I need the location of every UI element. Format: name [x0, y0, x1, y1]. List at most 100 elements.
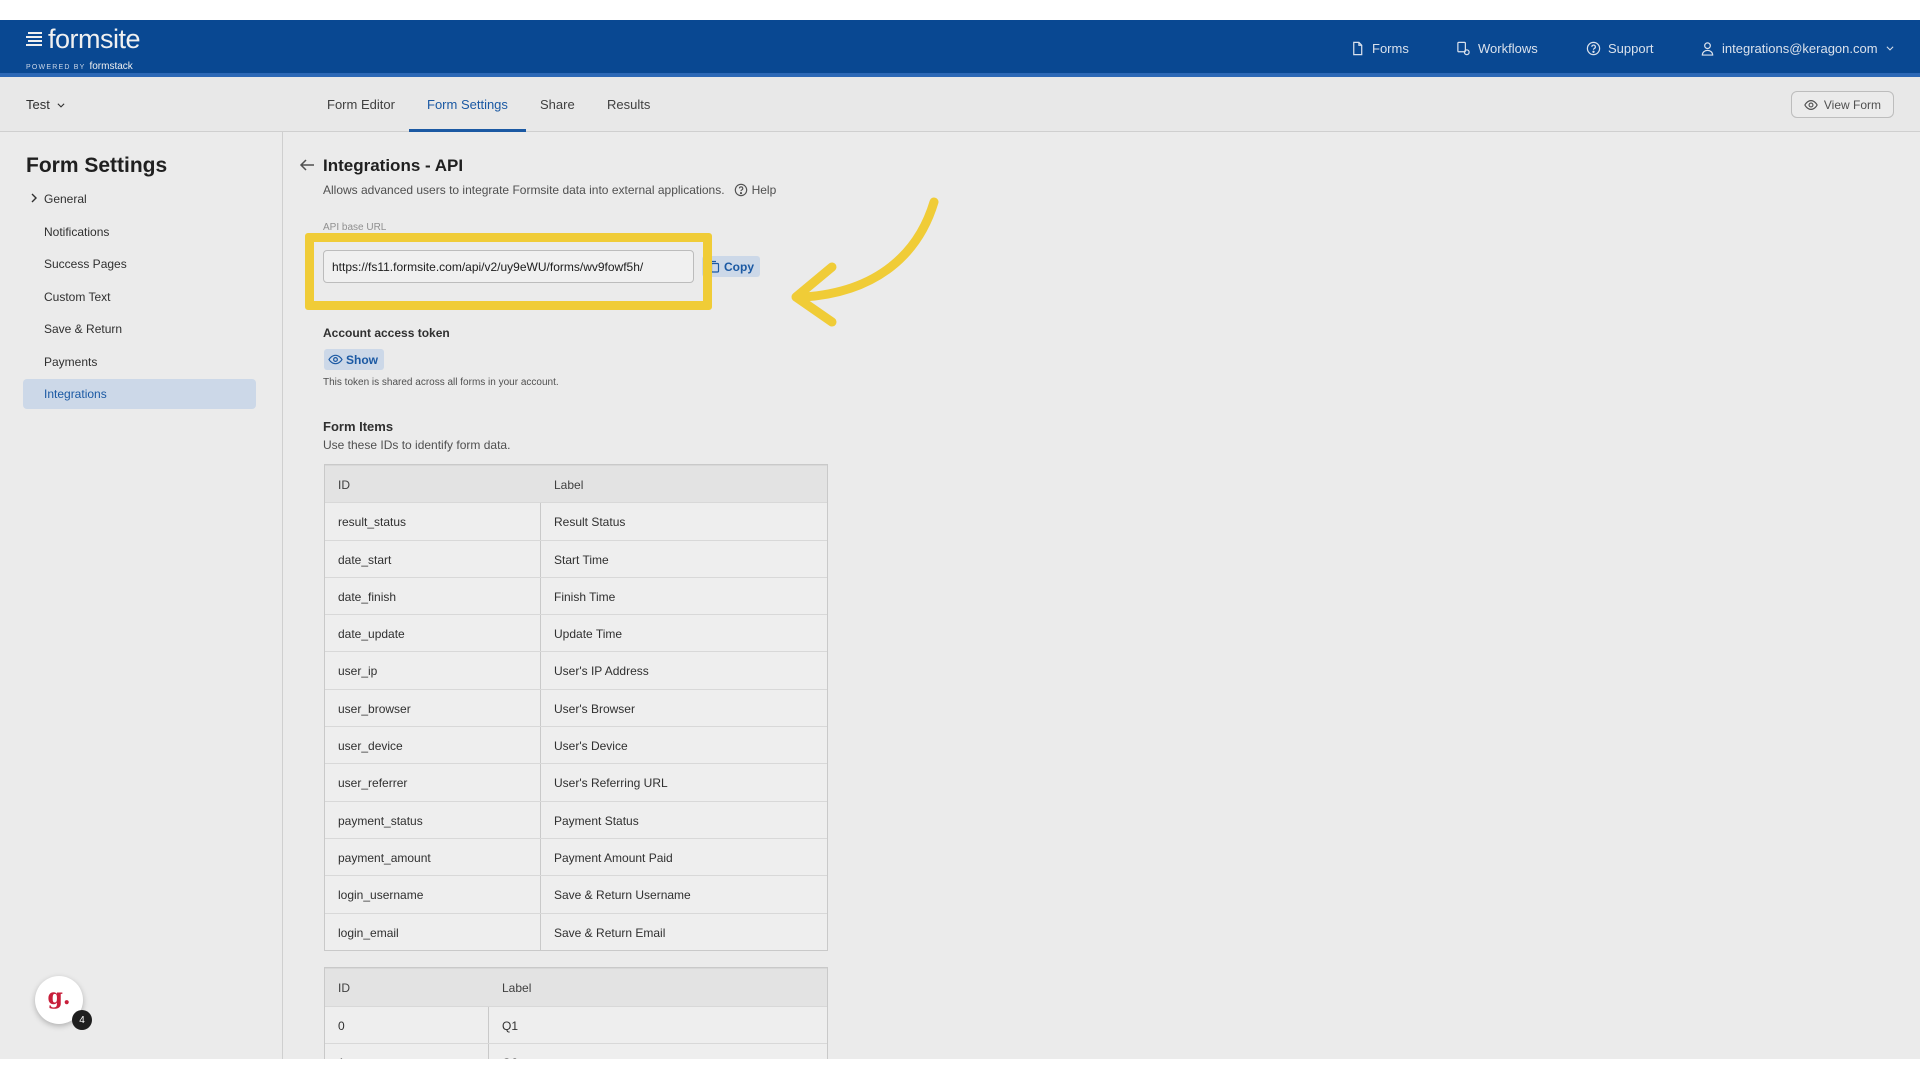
help-link[interactable]: Help — [734, 183, 777, 197]
cell-id: payment_amount — [338, 850, 431, 865]
tab-form-editor[interactable]: Form Editor — [327, 77, 395, 132]
table-row: login_username Save & Return Username — [325, 875, 827, 912]
table-row: result_status Result Status — [325, 502, 827, 539]
top-navigation-bar: formsite POWERED BY formstack Forms Workf… — [0, 20, 1920, 77]
cell-id: user_referrer — [338, 776, 408, 791]
nav-support[interactable]: Support — [1586, 38, 1654, 58]
cell-label: Payment Amount Paid — [554, 850, 673, 865]
table-row: payment_status Payment Status — [325, 800, 827, 838]
settings-sidebar: Form Settings General Notifications Succ… — [0, 132, 283, 1059]
nav-support-label: Support — [1608, 40, 1654, 56]
sidebar-item-label: Integrations — [44, 387, 107, 401]
cell-id: login_username — [338, 888, 424, 903]
column-header-id: ID — [338, 981, 350, 995]
cell-label: Start Time — [554, 552, 609, 567]
chevron-right-icon — [31, 193, 37, 203]
help-label: Help — [751, 183, 777, 197]
sidebar-title: Form Settings — [26, 154, 168, 177]
account-menu[interactable]: integrations@keragon.com — [1700, 38, 1895, 58]
table-header-row: ID Label — [325, 465, 827, 503]
sidebar-item-label: Custom Text — [44, 290, 111, 304]
sidebar-item-general[interactable]: General — [23, 184, 256, 214]
view-form-button[interactable]: View Form — [1790, 91, 1894, 118]
workflow-icon — [1457, 41, 1470, 55]
table-row: date_update Update Time — [325, 614, 827, 651]
sidebar-item-label: Notifications — [44, 225, 110, 239]
sidebar-item-label: Save & Return — [44, 322, 123, 336]
sidebar-item-payments[interactable]: Payments — [23, 347, 256, 377]
description-text: Allows advanced users to integrate Forms… — [323, 183, 725, 197]
sidebar-item-custom-text[interactable]: Custom Text — [23, 282, 256, 312]
nav-workflows[interactable]: Workflows — [1456, 38, 1538, 58]
notification-badge: 4 — [72, 1010, 92, 1030]
tab-form-settings[interactable]: Form Settings — [409, 77, 526, 132]
form-items-title: Form Items — [323, 419, 394, 434]
cell-label: Update Time — [554, 627, 623, 642]
token-label: Account access token — [323, 326, 450, 340]
main-content: Integrations - API Allows advanced users… — [284, 132, 1920, 1059]
cell-label: User's Browser — [554, 701, 635, 716]
annotation-arrow-icon — [791, 197, 939, 327]
chevron-down-icon — [1886, 46, 1894, 51]
form-items-table: ID Label 0 Q1 1 Q2 — [324, 967, 828, 1059]
nav-forms-label: Forms — [1372, 40, 1409, 56]
api-url-field[interactable] — [323, 250, 694, 283]
form-name: Test — [26, 97, 50, 112]
cell-label: Q2 — [502, 1056, 518, 1059]
logo-powered-by: POWERED BY formstack — [26, 61, 133, 72]
form-toolbar: Test Form Editor Form Settings Share Res… — [0, 77, 1920, 132]
column-header-label: Label — [502, 981, 532, 995]
table-row: user_ip User's IP Address — [325, 651, 827, 688]
tab-results[interactable]: Results — [607, 77, 650, 132]
show-token-button[interactable]: Show — [324, 349, 384, 370]
cell-id: date_start — [338, 552, 392, 567]
sidebar-item-save-return[interactable]: Save & Return — [23, 314, 256, 344]
table-row: date_start Start Time — [325, 539, 827, 577]
sidebar-item-integrations[interactable]: Integrations — [23, 379, 256, 409]
api-url-label: API base URL — [323, 222, 387, 233]
show-label: Show — [346, 352, 378, 367]
logo-wordmark: formsite — [48, 24, 141, 54]
table-row: user_referrer User's Referring URL — [325, 763, 827, 800]
cell-label: User's IP Address — [554, 664, 649, 679]
help-circle-icon — [734, 183, 747, 197]
cell-id: payment_status — [338, 813, 423, 828]
cell-id: date_update — [338, 627, 405, 642]
cell-label: Q1 — [502, 1018, 519, 1033]
tab-share[interactable]: Share — [540, 77, 575, 132]
system-fields-table: ID Label result_status Result Status date_st… — [324, 464, 828, 951]
table-row: login_email Save & Return Email — [325, 912, 827, 950]
back-arrow-icon[interactable] — [298, 156, 316, 174]
sidebar-item-label: General — [44, 192, 87, 206]
page-title: Integrations - API — [323, 156, 464, 175]
logo-mark-icon — [26, 32, 42, 46]
nav-forms[interactable]: Forms — [1350, 38, 1409, 58]
sidebar-item-notifications[interactable]: Notifications — [23, 217, 256, 247]
account-email: integrations@keragon.com — [1722, 40, 1878, 56]
user-icon — [1701, 41, 1714, 56]
cell-label: Save & Return Email — [554, 925, 666, 940]
cell-label: Save & Return Username — [554, 888, 691, 903]
form-selector[interactable]: Test — [26, 97, 66, 112]
table-header-row: ID Label — [325, 968, 827, 1006]
cell-label: Finish Time — [554, 589, 616, 604]
table-row: 0 Q1 — [325, 1005, 827, 1044]
column-header-id: ID — [338, 478, 350, 492]
table-row: user_device User's Device — [325, 726, 827, 763]
cell-id: 0 — [338, 1018, 345, 1033]
copy-icon — [709, 260, 720, 273]
cell-id: 1 — [338, 1056, 345, 1059]
cell-label: User's Referring URL — [554, 776, 668, 791]
table-row: 1 Q2 — [325, 1043, 827, 1059]
cell-id: user_browser — [338, 701, 411, 716]
sidebar-item-success-pages[interactable]: Success Pages — [23, 249, 256, 279]
table-row: user_browser User's Browser — [325, 688, 827, 726]
cell-id: user_ip — [338, 664, 378, 679]
eye-icon — [1804, 99, 1818, 110]
cell-label: Result Status — [554, 515, 626, 530]
copy-button[interactable]: Copy — [702, 256, 760, 277]
cell-label: User's Device — [554, 739, 628, 754]
cell-id: login_email — [338, 925, 399, 940]
cell-id: user_device — [338, 739, 403, 754]
form-items-description: Use these IDs to identify form data. — [323, 438, 511, 452]
